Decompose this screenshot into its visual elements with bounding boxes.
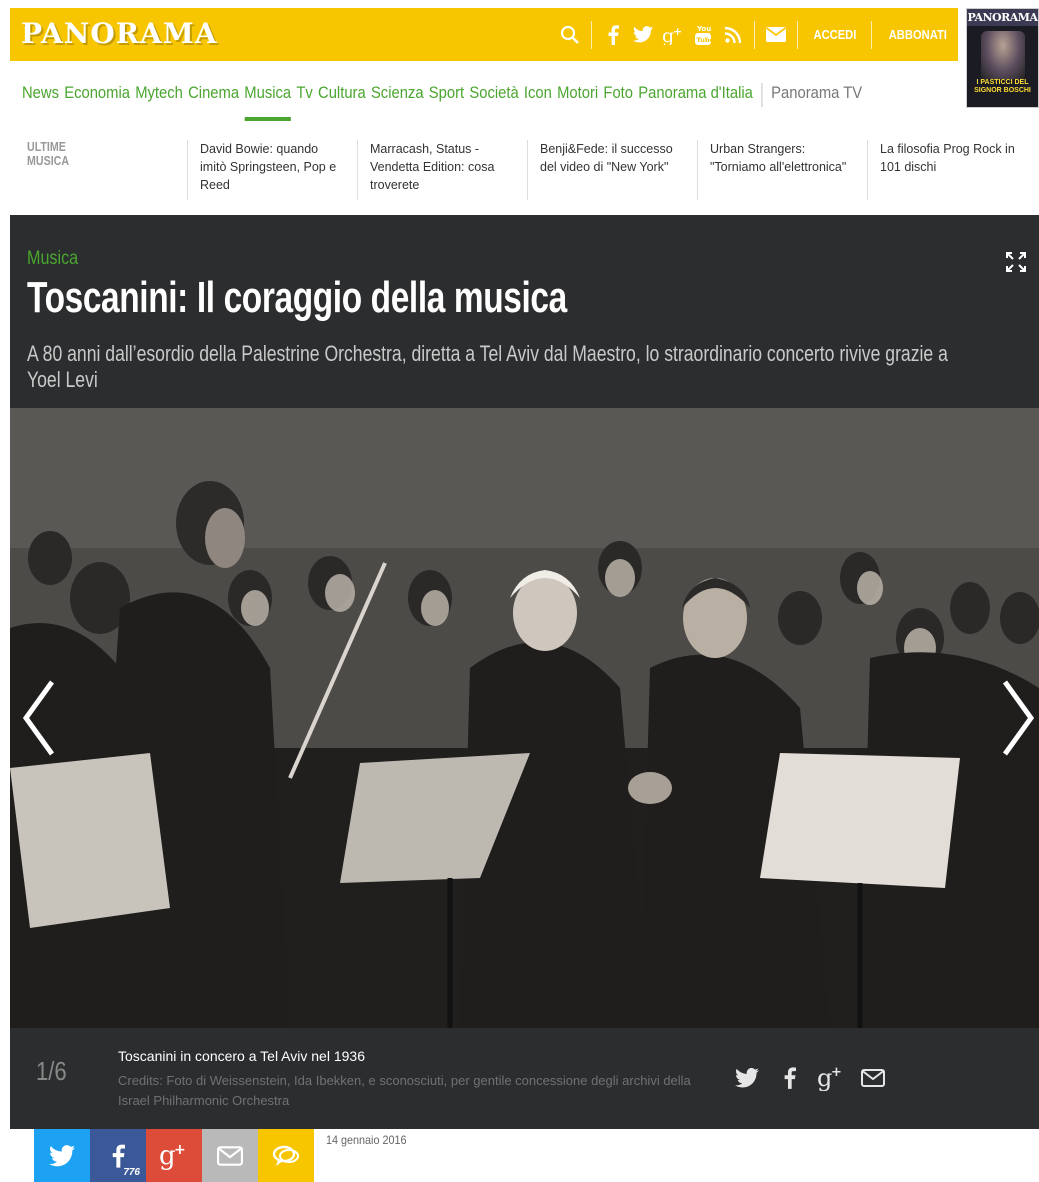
svg-text:You: You (696, 25, 711, 33)
page-title: Toscanini: Il coraggio della musica (27, 273, 567, 322)
article-share-bar: 776 g + (34, 1129, 314, 1182)
mail-icon[interactable] (852, 1062, 894, 1094)
nav-item-motori[interactable]: Motori (557, 83, 598, 107)
twitter-icon[interactable] (628, 8, 658, 61)
cover-title: PANORAMA (967, 9, 1038, 26)
google-plus-icon[interactable]: g + (658, 8, 688, 61)
nav-item-panorama-tv[interactable]: Panorama TV (771, 83, 862, 107)
mail-icon[interactable] (761, 8, 791, 61)
svg-text:Tube: Tube (696, 36, 712, 44)
nav-item-icon[interactable]: Icon (524, 83, 552, 107)
article-header: Musica Toscanini: Il coraggio della musi… (10, 215, 1039, 408)
nav-item-economia[interactable]: Economia (64, 83, 130, 107)
divider (753, 20, 755, 49)
cover-image (981, 31, 1025, 79)
nav-item-news[interactable]: News (22, 83, 59, 107)
nav-item-panorama-italia[interactable]: Panorama d'Italia (638, 83, 753, 107)
nav-item-tv[interactable]: Tv (296, 83, 312, 107)
comments-button[interactable] (258, 1129, 314, 1182)
login-link[interactable]: ACCEDI (808, 27, 861, 42)
mail-share-button[interactable] (202, 1129, 258, 1182)
google-plus-icon[interactable]: g + (810, 1062, 852, 1094)
article-category[interactable]: Musica (27, 248, 78, 270)
nav-item-societa[interactable]: Società (469, 83, 518, 107)
facebook-icon[interactable] (598, 8, 628, 61)
photo-caption-bar: 1/6 Toscanini in concero a Tel Aviv nel … (10, 1028, 1039, 1129)
previous-arrow-icon[interactable] (18, 678, 58, 758)
nav-item-mytech[interactable]: Mytech (135, 83, 183, 107)
nav-item-cultura[interactable]: Cultura (318, 83, 366, 107)
facebook-share-count: 776 (123, 1167, 140, 1178)
article-date: 14 gennaio 2016 (326, 1133, 407, 1147)
photo-credit: Credits: Foto di Weissenstein, Ida Ibekk… (118, 1073, 691, 1108)
gallery-counter: 1/6 (36, 1056, 67, 1086)
photo-caption: Toscanini in concero a Tel Aviv nel 1936 (118, 1048, 365, 1064)
concert-photo-illustration (10, 408, 1039, 1028)
next-arrow-icon[interactable] (999, 678, 1039, 758)
divider (796, 20, 798, 49)
latest-heading: ULTIME MUSICA (27, 140, 69, 168)
top-bar: PANORAMA g + You Tube ACCEDI ABBONATI (10, 8, 958, 61)
subscribe-link[interactable]: ABBONATI (884, 27, 952, 42)
top-bar-actions: g + You Tube ACCEDI ABBONATI (555, 8, 958, 61)
latest-list: David Bowie: quando imitò Springsteen, P… (187, 140, 1032, 200)
latest-item[interactable]: Benji&Fede: il successo del video di "Ne… (527, 140, 697, 200)
latest-item[interactable]: La filosofia Prog Rock in 101 dischi (867, 140, 1032, 200)
nav-item-cinema[interactable]: Cinema (188, 83, 239, 107)
nav-item-scienza[interactable]: Scienza (371, 83, 424, 107)
nav-item-musica[interactable]: Musica (244, 83, 291, 121)
facebook-share-button[interactable]: 776 (90, 1129, 146, 1182)
fullscreen-icon[interactable] (1005, 251, 1027, 273)
gallery-photo[interactable] (10, 408, 1039, 1028)
twitter-icon[interactable] (726, 1062, 768, 1094)
nav-item-foto[interactable]: Foto (603, 83, 633, 107)
nav-item-sport[interactable]: Sport (429, 83, 464, 107)
facebook-icon[interactable] (768, 1062, 810, 1094)
latest-heading-line1: ULTIME (27, 139, 66, 154)
nav-divider (761, 83, 763, 107)
search-icon[interactable] (555, 8, 585, 61)
youtube-icon[interactable]: You Tube (688, 8, 718, 61)
divider (871, 20, 873, 49)
article-subtitle: A 80 anni dall’esordio della Palestrine … (27, 341, 948, 392)
google-plus-share-button[interactable]: g + (146, 1129, 202, 1182)
panorama-logo[interactable]: PANORAMA (21, 17, 217, 50)
twitter-share-button[interactable] (34, 1129, 90, 1182)
latest-item[interactable]: David Bowie: quando imitò Springsteen, P… (187, 140, 357, 200)
svg-text:+: + (673, 25, 682, 38)
svg-text:+: + (831, 1065, 842, 1080)
main-nav: News Economia Mytech Cinema Musica Tv Cu… (22, 79, 994, 121)
svg-text:+: + (174, 1142, 186, 1158)
latest-heading-line2: MUSICA (27, 153, 70, 168)
latest-item[interactable]: Marracash, Status - Vendetta Edition: co… (357, 140, 527, 200)
rss-icon[interactable] (718, 8, 748, 61)
latest-item[interactable]: Urban Strangers: "Torniamo all'elettroni… (697, 140, 867, 200)
photo-share: g + (726, 1062, 894, 1094)
nav-items: News Economia Mytech Cinema Musica Tv Cu… (22, 83, 867, 121)
divider (590, 20, 592, 49)
